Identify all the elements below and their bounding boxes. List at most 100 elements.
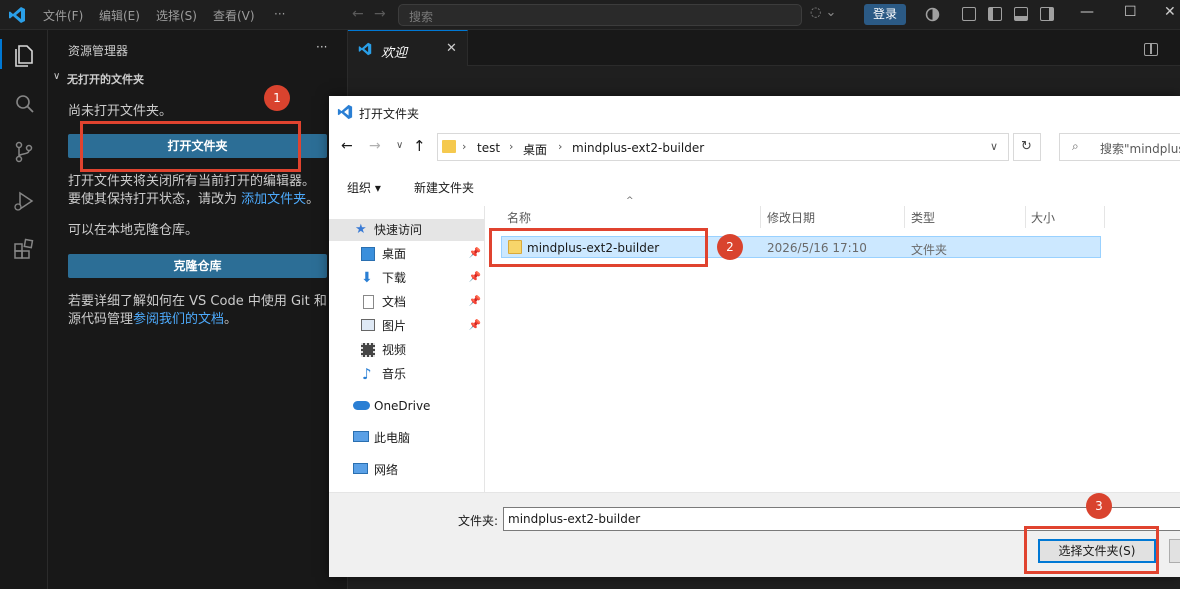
nav-item-onedrive[interactable]: OneDrive: [329, 395, 485, 417]
search-icon: ⌕: [1072, 139, 1079, 153]
dialog-search-input[interactable]: ⌕ 搜索"mindplus: [1059, 133, 1180, 161]
step-badge-1: 1: [264, 85, 290, 111]
nav-item-documents[interactable]: 文档 📌: [329, 291, 485, 313]
music-icon: ♪: [362, 365, 372, 383]
split-editor-icon[interactable]: [1144, 43, 1158, 56]
extensions-icon[interactable]: [10, 235, 38, 263]
command-search-input[interactable]: 搜索: [398, 4, 802, 26]
new-folder-button[interactable]: 新建文件夹: [414, 179, 474, 196]
vscode-logo-icon: [9, 7, 25, 23]
column-date[interactable]: 修改日期: [767, 209, 815, 226]
toggle-panel-icon[interactable]: [1014, 7, 1028, 21]
search-placeholder: 搜索"mindplus: [1100, 142, 1180, 156]
star-icon: ★: [355, 222, 367, 237]
clone-repo-button[interactable]: 克隆仓库: [68, 254, 327, 278]
add-folder-link[interactable]: 添加文件夹: [241, 192, 306, 207]
vscode-tab-icon: [358, 42, 372, 56]
clone-text: 可以在本地克隆仓库。: [68, 223, 199, 238]
menu-selection[interactable]: 选择(S): [156, 7, 197, 24]
address-dropdown-icon[interactable]: ∨: [990, 140, 998, 153]
keep-open-text: 要使其保持打开状态，请改为 添加文件夹。: [68, 192, 320, 207]
computer-icon: [353, 431, 369, 442]
copilot-chat-icon[interactable]: ◌ ⌄: [810, 5, 850, 25]
pin-icon: 📌: [468, 272, 481, 283]
menu-file[interactable]: 文件(F): [43, 7, 83, 24]
title-bar: 文件(F) 编辑(E) 选择(S) 查看(V) ··· ← → 搜索 ◌ ⌄ 登…: [0, 0, 1180, 30]
back-arrow-icon[interactable]: ←: [352, 6, 364, 22]
refresh-button[interactable]: ↻: [1013, 133, 1041, 161]
cancel-button[interactable]: [1169, 539, 1180, 563]
column-type[interactable]: 类型: [911, 209, 935, 226]
desktop-icon: [361, 247, 375, 261]
accounts-icon[interactable]: [925, 7, 940, 22]
back-arrow-icon[interactable]: ←: [341, 138, 353, 154]
active-indicator: [0, 39, 2, 69]
sort-up-icon: ^: [626, 196, 634, 206]
breadcrumb-folder[interactable]: mindplus-ext2-builder: [572, 141, 704, 155]
no-folder-text: 尚未打开文件夹。: [68, 104, 173, 119]
menu-edit[interactable]: 编辑(E): [99, 7, 140, 24]
forward-arrow-icon[interactable]: →: [374, 6, 386, 22]
tab-close-icon[interactable]: ✕: [446, 41, 457, 56]
nav-item-videos[interactable]: 视频: [329, 339, 485, 361]
chevron-down-icon[interactable]: ∨: [53, 71, 60, 82]
minimize-icon[interactable]: —: [1080, 4, 1094, 20]
picture-icon: [361, 319, 375, 331]
cloud-icon: [353, 401, 370, 410]
tab-label: 欢迎: [381, 46, 408, 61]
git-text: 若要详细了解如何在 VS Code 中使用 Git 和: [68, 294, 327, 309]
section-title[interactable]: 无打开的文件夹: [67, 71, 144, 87]
highlight-open-folder: [80, 121, 301, 172]
close-icon[interactable]: ✕: [1164, 4, 1176, 20]
git-docs-text: 源代码管理参阅我们的文档。: [68, 312, 238, 327]
column-name[interactable]: 名称: [507, 209, 531, 226]
docs-link[interactable]: 参阅我们的文档: [133, 312, 224, 327]
maximize-icon[interactable]: ☐: [1124, 4, 1137, 20]
dialog-title: 打开文件夹: [359, 107, 420, 121]
breadcrumb-desktop[interactable]: 桌面: [523, 141, 547, 158]
forward-arrow-icon[interactable]: →: [369, 138, 381, 154]
video-icon: [361, 343, 375, 357]
nav-item-pictures[interactable]: 图片 📌: [329, 315, 485, 337]
download-icon: ⬇: [361, 270, 373, 286]
folder-label: 文件夹:: [458, 514, 499, 528]
sidebar-more-button[interactable]: ···: [316, 40, 327, 54]
network-icon: [353, 463, 368, 474]
highlight-select-button: [1024, 526, 1159, 574]
highlight-folder-row: [489, 228, 708, 267]
nav-item-quick-access[interactable]: ★ 快速访问: [329, 219, 485, 241]
step-badge-3: 3: [1086, 493, 1112, 519]
sidebar-title: 资源管理器: [68, 44, 129, 58]
source-control-icon[interactable]: [10, 138, 38, 166]
nav-item-music[interactable]: ♪ 音乐: [329, 363, 485, 385]
address-bar[interactable]: › test › 桌面 › mindplus-ext2-builder ∨: [437, 133, 1009, 161]
up-arrow-icon[interactable]: ↑: [413, 137, 426, 155]
open-folder-dialog: 打开文件夹 ← → ∨ ↑ › test › 桌面 › mindplus-ext…: [329, 96, 1180, 577]
column-size[interactable]: 大小: [1031, 209, 1055, 226]
customize-layout-icon[interactable]: [962, 7, 976, 21]
menu-view[interactable]: 查看(V): [213, 7, 255, 24]
tab-welcome[interactable]: 欢迎 ✕: [348, 30, 468, 66]
document-icon: [363, 295, 374, 309]
file-date: 2026/5/16 17:10: [767, 241, 867, 255]
menu-more[interactable]: ···: [274, 7, 285, 21]
search-placeholder: 搜索: [409, 10, 434, 24]
run-debug-icon[interactable]: [10, 187, 38, 215]
nav-item-this-pc[interactable]: 此电脑: [329, 427, 485, 449]
nav-item-desktop[interactable]: 桌面 📌: [329, 243, 485, 265]
pin-icon: 📌: [468, 248, 481, 259]
recent-dropdown-icon[interactable]: ∨: [396, 140, 403, 151]
vscode-logo-icon: [337, 104, 353, 120]
refresh-icon: ↻: [1021, 139, 1032, 154]
pin-icon: 📌: [468, 296, 481, 307]
login-button[interactable]: 登录: [864, 4, 906, 25]
nav-item-downloads[interactable]: ⬇ 下载 📌: [329, 267, 485, 289]
files-icon[interactable]: [10, 41, 38, 69]
file-type: 文件夹: [911, 243, 948, 257]
toggle-primary-sidebar-icon[interactable]: [988, 7, 1002, 21]
breadcrumb-test[interactable]: test: [477, 141, 500, 155]
nav-item-network[interactable]: 网络: [329, 459, 485, 481]
toggle-secondary-sidebar-icon[interactable]: [1040, 7, 1054, 21]
organize-button[interactable]: 组织 ▾: [347, 179, 381, 196]
search-icon[interactable]: [10, 90, 38, 118]
